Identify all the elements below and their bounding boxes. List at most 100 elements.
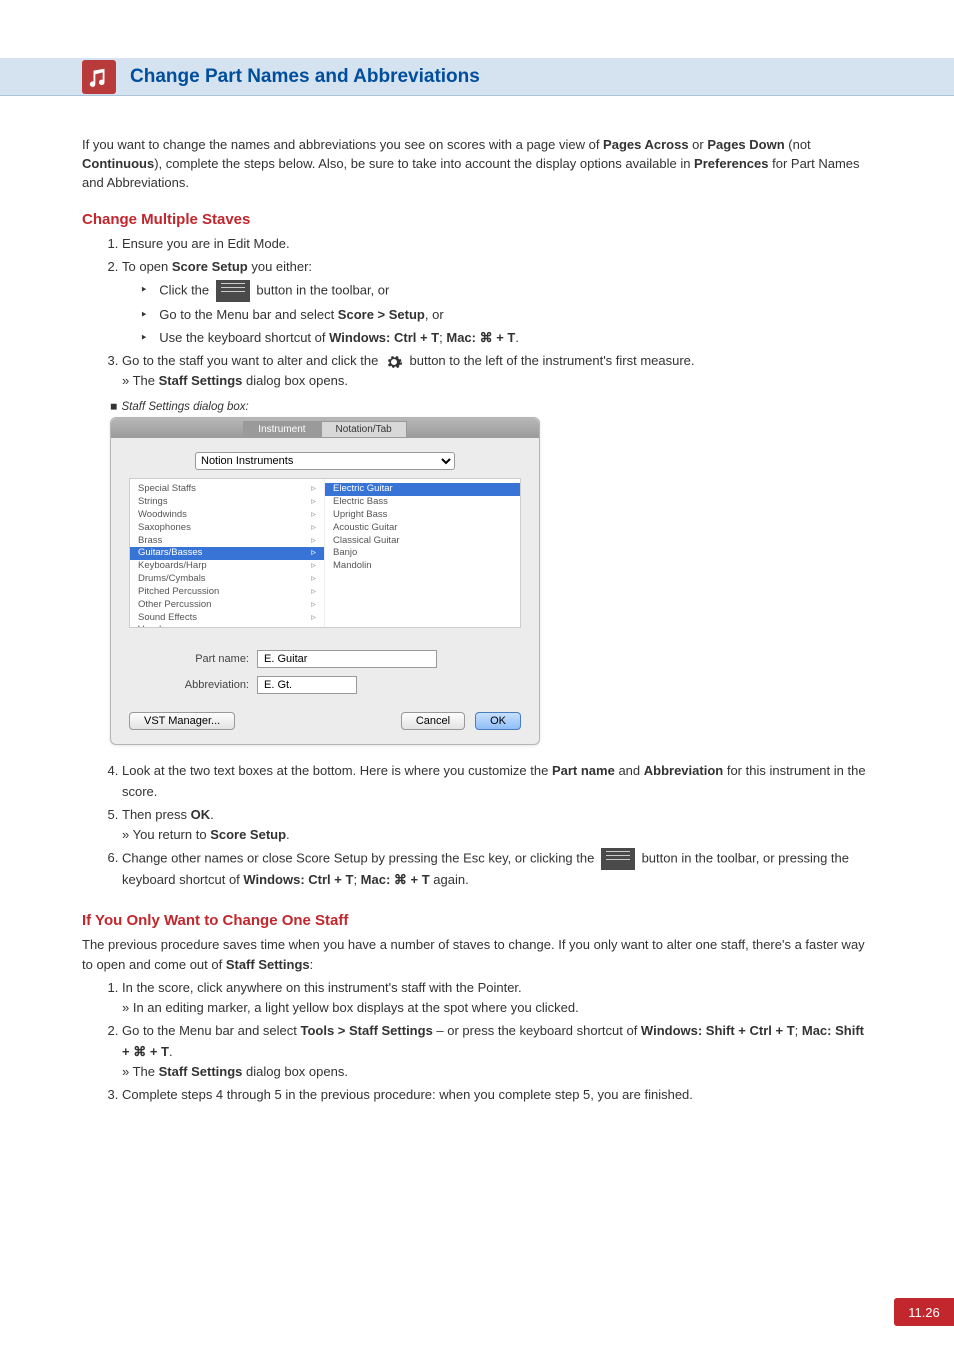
text: Windows: Ctrl + T [329, 330, 439, 345]
text: To open [122, 259, 172, 274]
text: Windows: Ctrl + T [243, 872, 353, 887]
tab-instrument[interactable]: Instrument [243, 421, 320, 437]
step-3: Go to the staff you want to alter and cl… [122, 351, 872, 391]
step-5: Then press OK. » You return to Score Set… [122, 805, 872, 845]
step-4: Look at the two text boxes at the bottom… [122, 761, 872, 801]
instrument-item[interactable]: Banjo [325, 547, 520, 560]
text: ), complete the steps below. Also, be su… [154, 156, 694, 171]
text: OK [191, 807, 211, 822]
section-heading-multiple: Change Multiple Staves [82, 211, 872, 228]
text: Use the keyboard shortcut of [159, 330, 329, 345]
step-2-opt-a: Click the button in the toolbar, or [140, 280, 872, 302]
category-item[interactable]: Drums/Cymbals▹ [130, 573, 324, 586]
text: you either: [248, 259, 312, 274]
part-name-label: Part name: [129, 653, 249, 665]
instrument-item[interactable]: Electric Guitar [325, 483, 520, 496]
text: . [210, 807, 214, 822]
category-item[interactable]: Saxophones▹ [130, 522, 324, 535]
text: Preferences [694, 156, 768, 171]
text: ; [353, 872, 360, 887]
text: In the score, click anywhere on this ins… [122, 980, 522, 995]
page-title: Change Part Names and Abbreviations [130, 66, 480, 88]
text: or [689, 137, 708, 152]
procedure-a-list-cont: Look at the two text boxes at the bottom… [82, 761, 872, 890]
text: Pages Down [707, 137, 784, 152]
instrument-browser: Special Staffs▹Strings▹Woodwinds▹Saxopho… [129, 478, 521, 628]
step-2: To open Score Setup you either: Click th… [122, 257, 872, 348]
step-2-opt-b: Go to the Menu bar and select Score > Se… [140, 305, 872, 325]
instrument-item[interactable]: Electric Bass [325, 496, 520, 509]
dialog-caption: Staff Settings dialog box: [110, 401, 872, 413]
score-setup-toolbar-icon [601, 848, 635, 870]
category-item[interactable]: Keyboards/Harp▹ [130, 560, 324, 573]
text: Pages Across [603, 137, 689, 152]
text: . [515, 330, 519, 345]
instrument-item[interactable]: Acoustic Guitar [325, 522, 520, 535]
text: Go to the Menu bar and select [122, 1023, 301, 1038]
score-setup-toolbar-icon [216, 280, 250, 302]
instrument-item[interactable]: Mandolin [325, 560, 520, 573]
tab-notation[interactable]: Notation/Tab [321, 421, 407, 437]
text: » The [122, 1064, 159, 1079]
text: Staff Settings [159, 373, 243, 388]
text: Continuous [82, 156, 154, 171]
text: Score Setup [172, 259, 248, 274]
instrument-item[interactable]: Upright Bass [325, 509, 520, 522]
text: – or press the keyboard shortcut of [433, 1023, 641, 1038]
b-step-1: In the score, click anywhere on this ins… [122, 978, 872, 1018]
text: » You return to [122, 827, 210, 842]
text: » In an editing marker, a light yellow b… [122, 1000, 579, 1015]
staff-settings-dialog: Instrument Notation/Tab Notion Instrumen… [110, 417, 540, 745]
category-item[interactable]: Woodwinds▹ [130, 509, 324, 522]
category-item[interactable]: Other Percussion▹ [130, 599, 324, 612]
cancel-button[interactable]: Cancel [401, 712, 465, 730]
category-column[interactable]: Special Staffs▹Strings▹Woodwinds▹Saxopho… [130, 479, 325, 627]
procedure-a-list: Ensure you are in Edit Mode. To open Sco… [82, 234, 872, 392]
category-item[interactable]: Special Staffs▹ [130, 483, 324, 496]
step-6: Change other names or close Score Setup … [122, 848, 872, 890]
section-b-intro: The previous procedure saves time when y… [82, 935, 872, 974]
step-2-opt-c: Use the keyboard shortcut of Windows: Ct… [140, 328, 872, 348]
text: dialog box opens. [242, 373, 348, 388]
category-item[interactable]: Brass▹ [130, 535, 324, 548]
text: ; [795, 1023, 802, 1038]
procedure-b-list: In the score, click anywhere on this ins… [82, 978, 872, 1105]
text: Click the [159, 282, 212, 297]
text: : [310, 957, 314, 972]
instrument-item[interactable]: Classical Guitar [325, 535, 520, 548]
text: (not [785, 137, 811, 152]
abbreviation-input[interactable] [257, 676, 357, 694]
library-select[interactable]: Notion Instruments [195, 452, 455, 470]
category-item[interactable]: Pitched Percussion▹ [130, 586, 324, 599]
text: Tools > Staff Settings [301, 1023, 433, 1038]
text: Go to the Menu bar and select [159, 307, 338, 322]
dialog-title-bar: Instrument Notation/Tab [111, 418, 539, 438]
b-step-2: Go to the Menu bar and select Tools > St… [122, 1021, 872, 1081]
category-item[interactable]: Sound Effects▹ [130, 612, 324, 625]
text: . [286, 827, 290, 842]
text: The previous procedure saves time when y… [82, 937, 865, 972]
intro-paragraph: If you want to change the names and abbr… [82, 136, 872, 193]
text: . [169, 1044, 173, 1059]
ok-button[interactable]: OK [475, 712, 521, 730]
text: dialog box opens. [242, 1064, 348, 1079]
b-step-3: Complete steps 4 through 5 in the previo… [122, 1085, 872, 1105]
gear-icon [385, 353, 403, 371]
section-heading-single: If You Only Want to Change One Staff [82, 912, 872, 929]
instrument-column[interactable]: Electric GuitarElectric BassUpright Bass… [325, 479, 520, 627]
category-item[interactable]: Guitars/Basses▹ [130, 547, 324, 560]
category-item[interactable]: Strings▹ [130, 496, 324, 509]
step-1: Ensure you are in Edit Mode. [122, 234, 872, 254]
text: and [615, 763, 644, 778]
page-title-bar: Change Part Names and Abbreviations [0, 58, 954, 96]
vst-manager-button[interactable]: VST Manager... [129, 712, 235, 730]
text: » The [122, 373, 159, 388]
text: button in the toolbar, or [253, 282, 390, 297]
text: Abbreviation [644, 763, 723, 778]
text: Then press [122, 807, 191, 822]
app-logo-icon [82, 60, 116, 94]
text: Score Setup [210, 827, 286, 842]
text: Part name [552, 763, 615, 778]
part-name-input[interactable] [257, 650, 437, 668]
text: Mac: ⌘ + T [446, 330, 515, 345]
